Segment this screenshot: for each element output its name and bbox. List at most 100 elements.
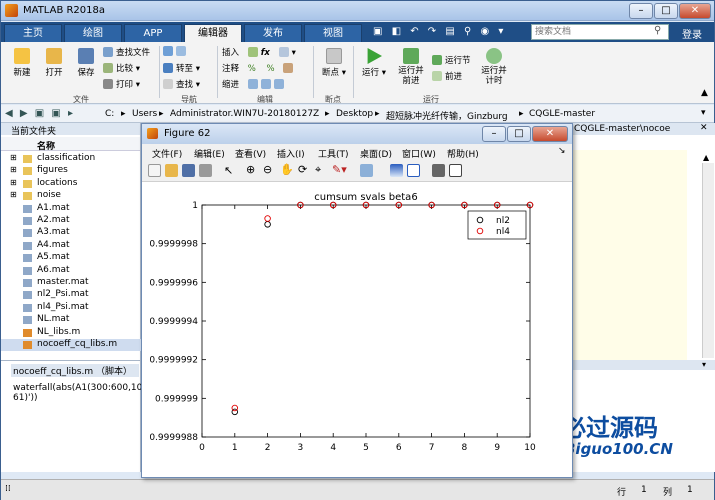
path-dropdown-icon[interactable]: ▾ bbox=[701, 108, 706, 118]
menu-edit[interactable]: 编辑(E) bbox=[194, 147, 225, 160]
tab-editor[interactable]: 编辑器 bbox=[184, 24, 242, 42]
new-button[interactable]: 新建 bbox=[7, 48, 37, 78]
comment-button[interactable]: 注释 % % bbox=[222, 62, 296, 74]
file-row-mat[interactable]: nl4_Psi.mat bbox=[1, 302, 141, 314]
colorbar-icon[interactable] bbox=[390, 164, 403, 177]
menu-help[interactable]: 帮助(H) bbox=[447, 147, 479, 160]
zoom-in-icon[interactable]: ⊕ bbox=[246, 163, 255, 176]
tab-apps[interactable]: APP bbox=[124, 24, 182, 42]
pointer-icon[interactable]: ↖ bbox=[224, 164, 233, 177]
path-segment[interactable]: Administrator.WIN7U-20180127Z bbox=[170, 109, 319, 119]
file-row-mat[interactable]: A2.mat bbox=[1, 215, 141, 227]
indent-button[interactable]: 缩进 bbox=[222, 78, 287, 90]
name-column-header[interactable]: 名称 bbox=[1, 137, 140, 152]
file-row-folder[interactable]: ⊞ noise bbox=[1, 190, 141, 202]
run-section-button[interactable]: 运行节 bbox=[432, 54, 471, 66]
menu-dock-icon[interactable]: ↘ bbox=[558, 146, 566, 156]
tab-plots[interactable]: 绘图 bbox=[64, 24, 122, 42]
menu-view[interactable]: 查看(V) bbox=[235, 147, 266, 160]
editor-scrollbar[interactable] bbox=[702, 163, 714, 358]
brush-icon[interactable]: ✎▾ bbox=[332, 163, 347, 176]
figure-menu-bar: 文件(F) 编辑(E) 查看(V) 插入(I) 工具(T) 桌面(D) 窗口(W… bbox=[142, 144, 572, 160]
menu-window[interactable]: 窗口(W) bbox=[402, 147, 436, 160]
mat-file-icon bbox=[23, 266, 32, 275]
nav-buttons[interactable]: ◀ ▶ ▣ ▣ ▸ bbox=[5, 108, 75, 119]
menu-tools[interactable]: 工具(T) bbox=[318, 147, 349, 160]
file-row-folder[interactable]: ⊞ locations bbox=[1, 178, 141, 190]
tab-home[interactable]: 主页 bbox=[4, 24, 62, 42]
editor-close-icon[interactable]: ✕ bbox=[700, 123, 708, 133]
find-button[interactable]: 查找 ▾ bbox=[163, 78, 200, 90]
path-segment[interactable]: Desktop bbox=[336, 109, 373, 119]
insert-button[interactable]: 插入 fx ▾ bbox=[222, 46, 296, 58]
breakpoints-button[interactable]: 断点 ▾ bbox=[319, 48, 349, 78]
login-button[interactable]: 登录 bbox=[682, 26, 702, 41]
file-row-m[interactable]: nocoeff_cq_libs.m bbox=[1, 339, 141, 351]
figure-title-bar[interactable]: Figure 62 – □ ✕ bbox=[142, 124, 572, 144]
file-row-folder[interactable]: ⊞ classification bbox=[1, 153, 141, 165]
close-button[interactable]: ✕ bbox=[679, 3, 711, 19]
open-button[interactable]: 打开 bbox=[39, 48, 69, 78]
print-label: 打印 bbox=[116, 80, 134, 90]
zoom-out-icon[interactable]: ⊖ bbox=[263, 163, 272, 176]
ribbon-collapse-icon[interactable]: ▲ bbox=[701, 88, 708, 98]
save-button[interactable]: 保存 bbox=[71, 48, 101, 78]
file-row-mat[interactable]: master.mat bbox=[1, 277, 141, 289]
hide-tools-icon[interactable] bbox=[432, 164, 445, 177]
run-time-button[interactable]: 运行并 计时 bbox=[477, 48, 511, 86]
command-window-menu-icon[interactable]: ▾ bbox=[702, 360, 706, 369]
pan-icon[interactable]: ✋ bbox=[280, 163, 294, 176]
file-row-mat[interactable]: A6.mat bbox=[1, 265, 141, 277]
expand-icon[interactable]: ⊞ bbox=[10, 165, 17, 174]
back-forward-buttons[interactable] bbox=[163, 46, 189, 57]
goto-button[interactable]: 转至 ▾ bbox=[163, 62, 200, 74]
data-cursor-icon[interactable]: ⌖ bbox=[315, 163, 321, 177]
file-row-mat[interactable]: NL.mat bbox=[1, 314, 141, 326]
expand-icon[interactable]: ⊞ bbox=[10, 153, 17, 162]
file-row-mat[interactable]: A1.mat bbox=[1, 203, 141, 215]
show-tools-icon[interactable] bbox=[449, 164, 462, 177]
figure-close-button[interactable]: ✕ bbox=[532, 126, 568, 142]
file-row-mat[interactable]: A5.mat bbox=[1, 252, 141, 264]
minimize-button[interactable]: – bbox=[629, 3, 653, 19]
quick-access-icons[interactable]: ▣ ◧ ↶ ↷ ▤ ⚲ ◉ ▾ bbox=[373, 26, 506, 37]
legend-icon[interactable] bbox=[407, 164, 420, 177]
rotate-icon[interactable]: ⟳ bbox=[298, 163, 307, 176]
figure-maximize-button[interactable]: □ bbox=[507, 126, 531, 142]
find-files-button[interactable]: 查找文件 bbox=[103, 46, 150, 58]
maximize-button[interactable]: □ bbox=[654, 3, 678, 19]
expand-icon[interactable]: ⊞ bbox=[10, 190, 17, 199]
path-segment[interactable]: Users bbox=[132, 109, 157, 119]
search-input[interactable] bbox=[531, 24, 669, 40]
run-advance-button[interactable]: 运行并 前进 bbox=[394, 48, 428, 86]
file-row-mat[interactable]: nl2_Psi.mat bbox=[1, 289, 141, 301]
fx-icon: fx bbox=[260, 48, 270, 58]
figure-minimize-button[interactable]: – bbox=[482, 126, 506, 142]
search-icon[interactable]: ⚲ bbox=[654, 25, 661, 36]
open-file-icon[interactable] bbox=[165, 164, 178, 177]
link-plot-icon[interactable] bbox=[360, 164, 373, 177]
file-row-mat[interactable]: A4.mat bbox=[1, 240, 141, 252]
mat-file-icon bbox=[23, 204, 32, 213]
expand-icon[interactable]: ⊞ bbox=[10, 178, 17, 187]
menu-file[interactable]: 文件(F) bbox=[152, 147, 182, 160]
menu-insert[interactable]: 插入(I) bbox=[277, 147, 305, 160]
advance-button[interactable]: 前进 bbox=[432, 70, 462, 82]
file-row-m[interactable]: NL_libs.m bbox=[1, 327, 141, 339]
path-segment[interactable]: 超短脉冲光纤传输，Ginzburg bbox=[386, 109, 508, 122]
path-segment[interactable]: CQGLE-master bbox=[529, 109, 595, 119]
print-figure-icon[interactable] bbox=[199, 164, 212, 177]
tab-publish[interactable]: 发布 bbox=[244, 24, 302, 42]
print-button[interactable]: 打印 ▾ bbox=[103, 78, 140, 90]
save-figure-icon[interactable] bbox=[182, 164, 195, 177]
scroll-up-icon[interactable]: ▲ bbox=[703, 153, 709, 162]
menu-desktop[interactable]: 桌面(D) bbox=[360, 147, 392, 160]
run-button[interactable]: 运行 ▾ bbox=[359, 48, 389, 78]
comment-percent-icon: % bbox=[247, 64, 256, 74]
compare-button[interactable]: 比较 ▾ bbox=[103, 62, 140, 74]
file-row-folder[interactable]: ⊞ figures bbox=[1, 165, 141, 177]
file-row-mat[interactable]: A3.mat bbox=[1, 227, 141, 239]
new-figure-icon[interactable] bbox=[148, 164, 161, 177]
path-segment[interactable]: C: bbox=[105, 109, 114, 119]
tab-view[interactable]: 视图 bbox=[304, 24, 362, 42]
